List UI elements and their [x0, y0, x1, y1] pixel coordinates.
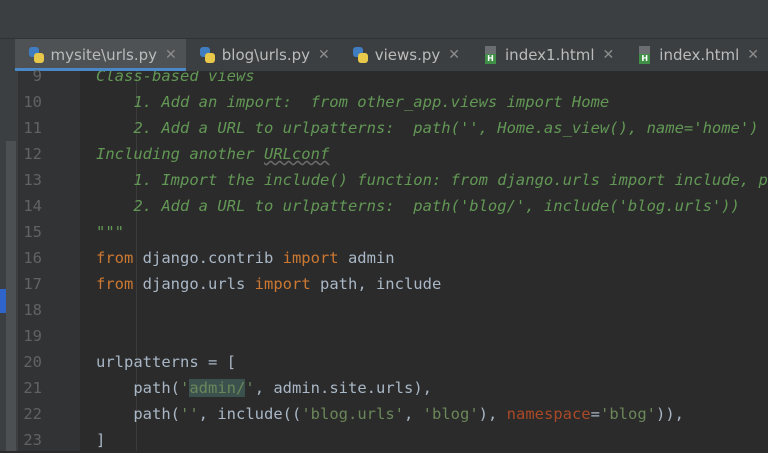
code-line-14: 2. Add a URL to urlpatterns: path('blog/…	[96, 197, 740, 215]
html-file-icon: H	[635, 46, 653, 64]
html-file-icon: H	[481, 46, 499, 64]
close-icon[interactable]: ✕	[318, 47, 330, 63]
tab-label: views.py	[374, 46, 441, 64]
code-line-11: 2. Add a URL to urlpatterns: path('', Ho…	[96, 119, 759, 137]
import-names: admin	[338, 249, 395, 267]
keyword-from: from	[96, 275, 134, 293]
code-text: ),	[478, 405, 507, 423]
selection-marker	[0, 289, 6, 313]
tab-bar-left-strip	[0, 39, 15, 71]
tab-views-py[interactable]: views.py ✕	[339, 39, 469, 71]
line-number: 18	[23, 301, 42, 319]
line-number: 10	[23, 93, 42, 111]
line-number-gutter: 9 10 11 12 13 14 15 16 17 18 19 20 21 22…	[18, 67, 90, 451]
named-parameter: namespace	[506, 405, 591, 423]
tab-label: blog\urls.py	[221, 46, 311, 64]
keyword-from: from	[96, 249, 134, 267]
python-file-icon	[351, 46, 369, 64]
code-line-20: urlpatterns = [	[96, 353, 236, 371]
python-file-icon	[27, 46, 45, 64]
line-number: 12	[23, 145, 42, 163]
keyword-import: import	[282, 249, 339, 267]
code-line-13: 1. Import the include() function: from d…	[96, 171, 768, 189]
line-number: 20	[23, 353, 42, 371]
code-line-15: """	[96, 223, 124, 241]
python-file-icon	[198, 46, 216, 64]
left-tool-strip	[0, 71, 18, 451]
line-number: 14	[23, 197, 42, 215]
code-line-9: Class-based views	[96, 71, 255, 85]
line-number: 22	[23, 405, 42, 423]
editor-tab-bar: mysite\urls.py ✕ blog\urls.py ✕ views.py…	[0, 39, 768, 72]
line-number: 11	[23, 119, 42, 137]
string-quote: '	[180, 379, 190, 397]
code-line-10: 1. Add an import: from other_app.views i…	[96, 93, 610, 111]
string-literal: 'blog.urls'	[301, 405, 404, 423]
string-literal: 'blog'	[600, 405, 656, 423]
code-line-12: Including another URLconf	[96, 141, 329, 167]
code-line-22: path('', include(('blog.urls', 'blog'), …	[96, 401, 684, 427]
comment-text: Including another	[96, 145, 264, 163]
code-text: ,	[403, 405, 423, 423]
code-text: , include((	[198, 405, 302, 423]
line-number: 9	[32, 67, 42, 85]
keyword-import: import	[254, 275, 311, 293]
line-number: 13	[23, 171, 42, 189]
code-line-17: from django.urls import path, include	[96, 271, 441, 297]
close-icon[interactable]: ✕	[603, 47, 615, 63]
code-line-16: from django.contrib import admin	[96, 245, 395, 271]
code-text: )),	[656, 405, 684, 423]
code-text: , admin.site.urls),	[254, 379, 432, 397]
code-line-21: path('admin/', admin.site.urls),	[96, 375, 432, 401]
module-name: django.urls	[133, 275, 255, 293]
project-panel-edge	[6, 141, 16, 451]
line-number: 16	[23, 249, 42, 267]
code-text: path(	[96, 405, 180, 423]
close-icon[interactable]: ✕	[747, 47, 759, 63]
code-text: =	[590, 405, 600, 423]
tab-label: index1.html	[505, 46, 595, 64]
import-names: path, include	[310, 275, 442, 293]
tab-index1-html[interactable]: H index1.html ✕	[469, 39, 623, 71]
code-editor[interactable]: Class-based views 1. Add an import: from…	[80, 71, 768, 451]
tab-blog-urls-py[interactable]: blog\urls.py ✕	[186, 39, 339, 71]
tab-label: mysite\urls.py	[50, 46, 158, 64]
typo-highlight: URLconf	[263, 145, 330, 163]
close-icon[interactable]: ✕	[165, 47, 177, 63]
line-number: 21	[23, 379, 42, 397]
close-icon[interactable]: ✕	[448, 47, 460, 63]
line-number: 19	[23, 327, 42, 345]
title-bar	[0, 0, 768, 39]
string-literal: ''	[180, 405, 199, 423]
module-name: django.contrib	[133, 249, 283, 267]
code-text: path(	[96, 379, 180, 397]
tab-label: index.html	[659, 46, 740, 64]
line-number: 23	[23, 431, 42, 449]
string-quote: '	[245, 379, 255, 397]
string-literal: 'blog'	[422, 405, 479, 423]
tab-index-html[interactable]: H index.html ✕	[623, 39, 768, 71]
line-number: 17	[23, 275, 42, 293]
line-number: 15	[23, 223, 42, 241]
string-literal: admin/	[189, 379, 246, 397]
code-line-23: ]	[96, 431, 106, 449]
